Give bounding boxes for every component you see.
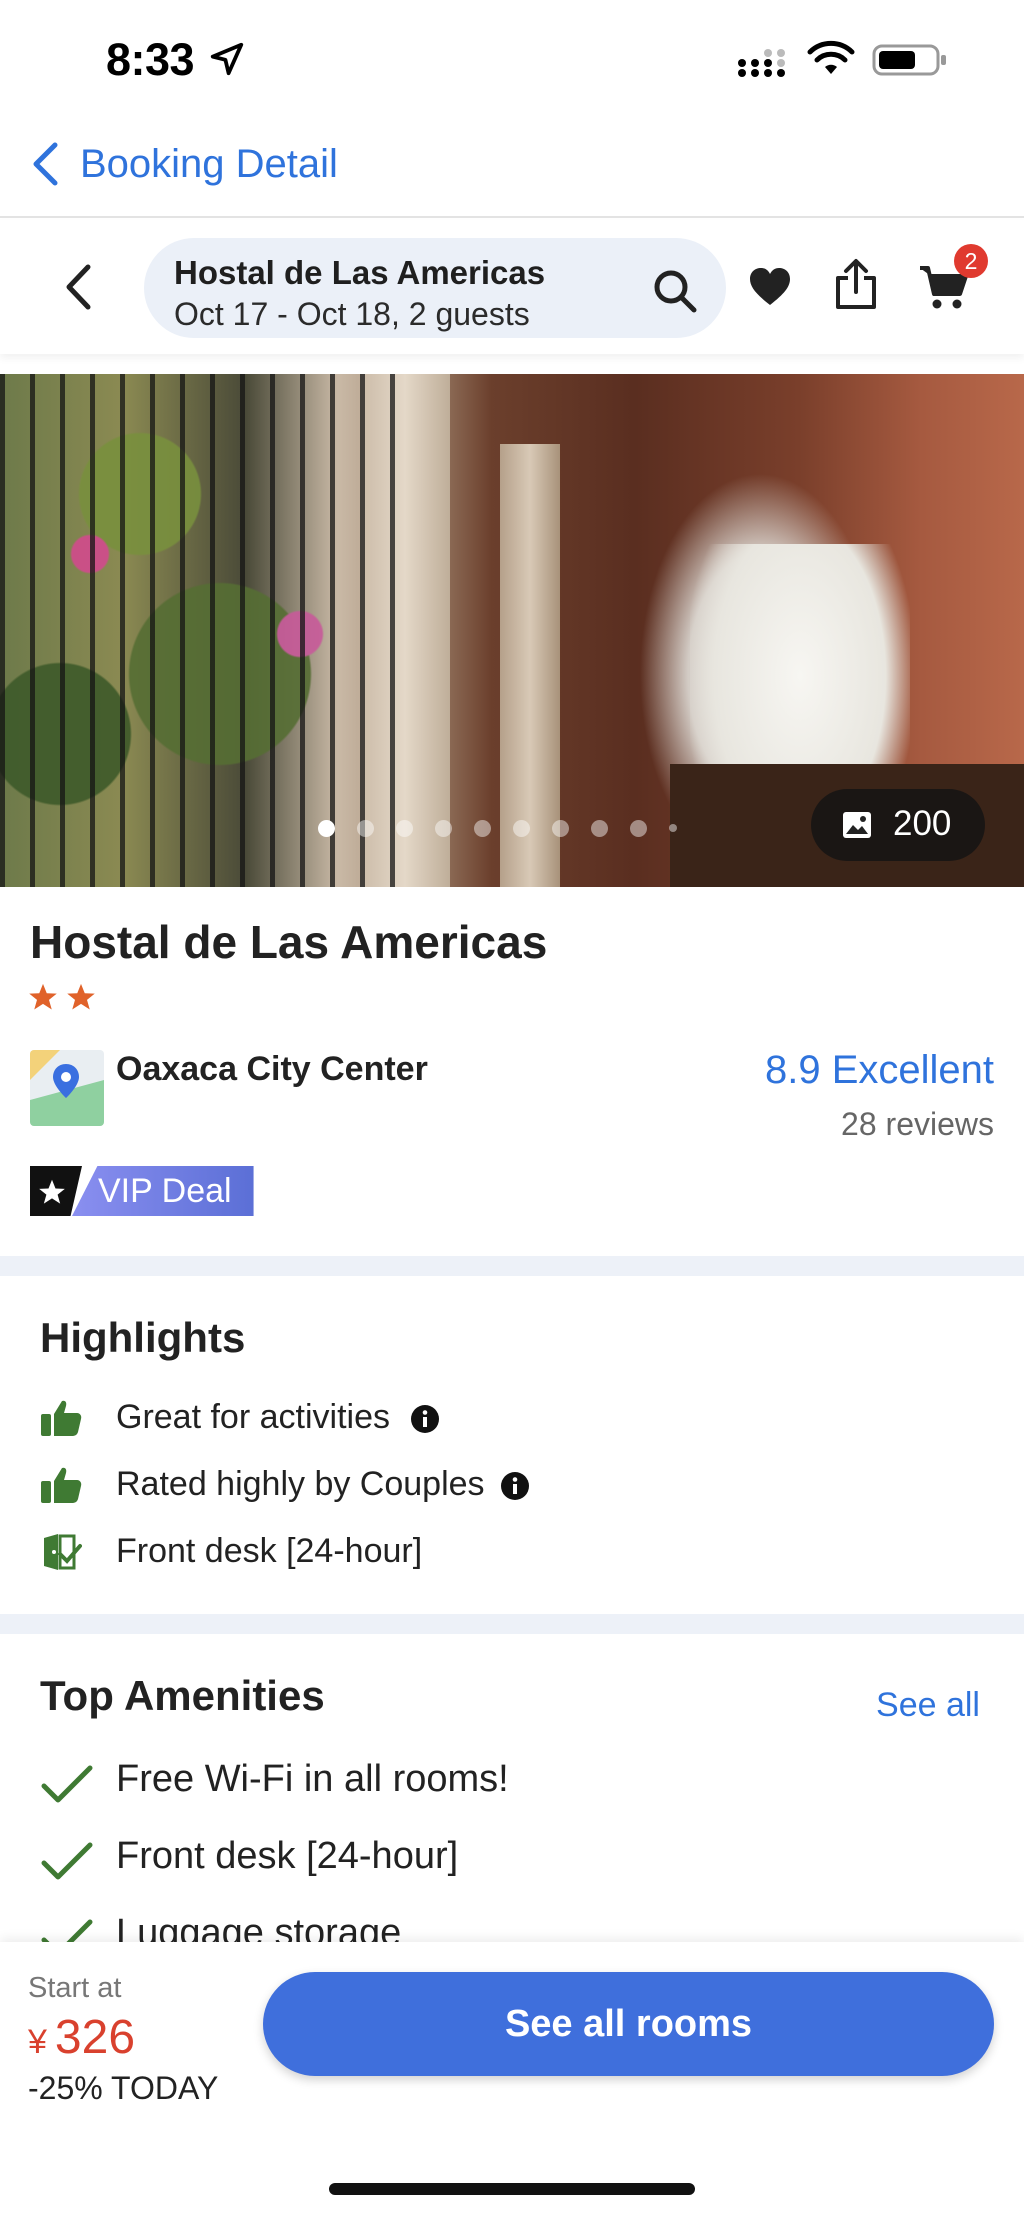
highlights-title: Highlights xyxy=(40,1314,246,1361)
photo-count-button[interactable]: 200 xyxy=(811,789,985,861)
vip-star-icon xyxy=(30,1166,82,1216)
back-nav-row: Booking Detail xyxy=(0,130,1024,218)
vip-deal-badge: VIP Deal xyxy=(30,1166,254,1216)
gallery-dot[interactable] xyxy=(669,824,677,832)
rating-score[interactable]: 8.9 Excellent xyxy=(765,1048,994,1093)
hotel-location[interactable]: Oaxaca City Center xyxy=(116,1050,428,1089)
status-time: 8:33 xyxy=(106,34,195,85)
highlight-label: Front desk [24-hour] xyxy=(116,1532,423,1570)
hotel-star-rating xyxy=(28,982,96,1012)
search-header: Hostal de Las Americas Oct 17 - Oct 18, … xyxy=(0,220,1024,354)
heart-icon[interactable] xyxy=(748,266,792,308)
battery-icon xyxy=(872,44,946,76)
checkmark-icon xyxy=(41,1842,93,1880)
search-summary-pill[interactable]: Hostal de Las Americas Oct 17 - Oct 18, … xyxy=(144,238,726,338)
status-bar: 8:33 xyxy=(0,0,1024,120)
info-icon[interactable] xyxy=(410,1404,440,1434)
hotel-photo-gallery[interactable]: 200 xyxy=(0,374,1024,887)
back-chevron-icon[interactable] xyxy=(30,141,60,187)
thumbs-up-icon xyxy=(41,1467,82,1503)
gallery-dot[interactable] xyxy=(435,819,452,837)
gallery-pagination-dots xyxy=(318,819,677,837)
review-count[interactable]: 28 reviews xyxy=(841,1106,994,1143)
price: ¥326 xyxy=(28,2010,135,2065)
amenity-label: Free Wi-Fi in all rooms! xyxy=(116,1758,509,1800)
section-divider xyxy=(0,1614,1024,1634)
top-amenities-title: Top Amenities xyxy=(40,1672,325,1719)
gallery-dot[interactable] xyxy=(591,819,608,837)
back-link[interactable]: Booking Detail xyxy=(80,142,338,187)
vip-deal-label: VIP Deal xyxy=(72,1166,254,1216)
thumbs-up-icon xyxy=(41,1400,82,1436)
star-icon xyxy=(29,983,57,1010)
checkmark-icon xyxy=(41,1765,93,1803)
cellular-signal-icon xyxy=(738,49,785,77)
home-indicator xyxy=(329,2183,695,2195)
highlight-label: Rated highly by Couples xyxy=(116,1465,485,1503)
share-icon[interactable] xyxy=(834,258,878,310)
section-divider xyxy=(0,1256,1024,1276)
photo-gate-bars xyxy=(0,374,420,887)
info-icon[interactable] xyxy=(500,1471,530,1501)
front-desk-icon xyxy=(44,1534,82,1570)
booking-bar: Start at ¥326 -25% TODAY See all rooms xyxy=(0,1942,1024,2215)
amenity-label: Front desk [24-hour] xyxy=(116,1835,459,1877)
photo-count: 200 xyxy=(893,804,952,843)
see-all-amenities-link[interactable]: See all xyxy=(876,1686,980,1725)
cart-count-badge: 2 xyxy=(954,244,988,278)
gallery-dot[interactable] xyxy=(513,819,530,837)
discount-label: -25% TODAY xyxy=(28,2070,219,2106)
hotel-name: Hostal de Las Americas xyxy=(30,916,548,968)
back-arrow-icon[interactable] xyxy=(62,262,94,312)
search-hotel-name: Hostal de Las Americas xyxy=(174,254,546,291)
map-pin-icon xyxy=(30,1050,104,1126)
wifi-icon xyxy=(807,40,855,74)
gallery-dot[interactable] xyxy=(630,819,647,837)
location-arrow-icon xyxy=(210,42,244,76)
see-all-rooms-button[interactable]: See all rooms xyxy=(263,1972,994,2076)
gallery-dot[interactable] xyxy=(318,819,335,837)
gallery-dot[interactable] xyxy=(357,819,374,837)
gallery-dot[interactable] xyxy=(552,819,569,837)
gallery-dot[interactable] xyxy=(396,819,413,837)
map-thumbnail[interactable] xyxy=(30,1050,104,1126)
price-currency: ¥ xyxy=(28,2023,47,2061)
highlight-label: Great for activities xyxy=(116,1398,390,1436)
gallery-dot[interactable] xyxy=(474,819,491,837)
start-at-label: Start at xyxy=(28,1972,122,2004)
image-icon xyxy=(843,812,871,838)
search-icon[interactable] xyxy=(652,268,698,314)
star-icon xyxy=(67,983,95,1010)
search-dates-guests: Oct 17 - Oct 18, 2 guests xyxy=(174,296,530,332)
price-value: 326 xyxy=(54,2011,136,2064)
